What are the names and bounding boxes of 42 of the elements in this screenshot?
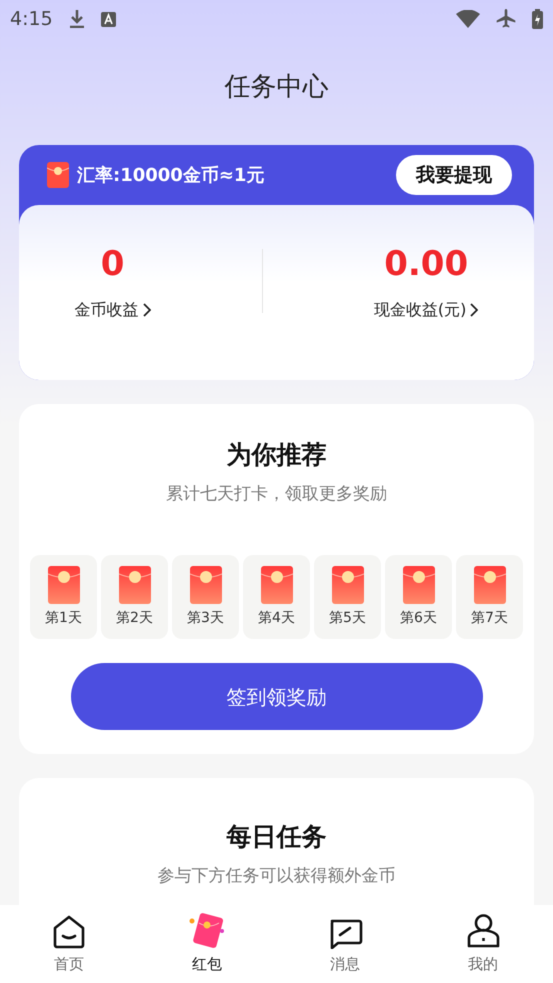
user-icon — [466, 914, 500, 949]
nav-tab[interactable]: 红包 — [138, 905, 276, 983]
day-reward-tile[interactable]: 第7天 — [456, 555, 523, 639]
chevron-right-icon — [142, 303, 151, 317]
nav-tab[interactable]: 消息 — [276, 905, 414, 983]
envelope-icon — [118, 566, 150, 604]
withdraw-button[interactable]: 我要提现 — [396, 154, 512, 196]
day-reward-tile[interactable]: 第1天 — [30, 555, 97, 639]
airplane-icon — [496, 9, 516, 29]
section-subtitle: 累计七天打卡，领取更多奖励 — [165, 482, 388, 506]
envelope-icon — [474, 566, 506, 604]
checkin-button[interactable]: 签到领奖励 — [70, 663, 482, 730]
section-title: 每日任务 — [226, 821, 328, 853]
message-icon — [328, 919, 362, 949]
envelope-icon — [402, 566, 434, 604]
envelope-icon — [47, 162, 69, 188]
section-subtitle: 参与下方任务可以获得额外金币 — [156, 864, 396, 888]
day-reward-tile[interactable]: 第5天 — [314, 555, 381, 639]
home-icon — [52, 915, 86, 949]
exchange-rate-text: 汇率:10000金币≈1元 — [77, 164, 264, 188]
wifi-icon — [456, 10, 480, 28]
envelope-icon — [190, 566, 222, 604]
envelope-icon — [332, 566, 364, 604]
day-reward-tile[interactable]: 第6天 — [385, 555, 452, 639]
stat-label: 现金收益(元) — [374, 299, 466, 321]
chevron-right-icon — [470, 303, 478, 317]
stat-label: 金币收益 — [74, 299, 139, 321]
stat-value: 0.00 — [383, 243, 470, 286]
stat-value: 0 — [100, 243, 126, 286]
page-title: 任务中心 — [224, 71, 330, 104]
nav-tab[interactable]: 首页 — [0, 905, 138, 983]
battery-icon — [532, 9, 543, 29]
nav-tab[interactable]: 我的 — [414, 905, 552, 983]
day-reward-tile[interactable]: 第2天 — [101, 555, 168, 639]
status-time: 4:15 — [10, 6, 53, 32]
envelope-icon — [260, 566, 292, 604]
envelope-icon — [188, 913, 226, 949]
day-reward-tile[interactable]: 第3天 — [172, 555, 239, 639]
envelope-icon — [48, 566, 80, 604]
section-title: 为你推荐 — [226, 439, 328, 471]
download-icon — [68, 10, 85, 28]
day-reward-tile[interactable]: 第4天 — [243, 555, 310, 639]
